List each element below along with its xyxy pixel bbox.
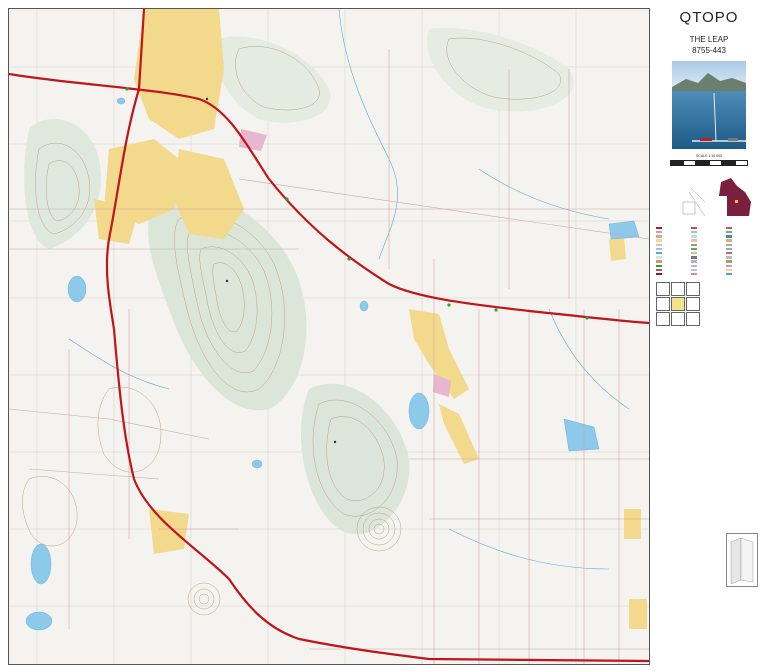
queensland-locator-map: [661, 172, 757, 222]
scale-bar: [670, 160, 748, 166]
aerial-coastline-photo: [672, 61, 746, 149]
map-canvas: [9, 9, 649, 664]
brand-title: QTOPO: [679, 9, 739, 26]
adjoining-sheets-index: [656, 282, 762, 327]
sheet-number: 8755-443: [692, 46, 726, 55]
scale-label: SCALE 1:10,000: [695, 154, 723, 158]
sheet-name: THE LEAP: [689, 35, 729, 44]
legend-panel: QTOPO THE LEAP 8755-443 SCALE 1:10,000: [656, 8, 762, 663]
topographic-map[interactable]: [8, 8, 650, 665]
map-fold-diagram: [726, 533, 758, 587]
map-legend: [656, 226, 762, 276]
map-sheet: QTOPO THE LEAP 8755-443 SCALE 1:10,000: [0, 0, 768, 671]
